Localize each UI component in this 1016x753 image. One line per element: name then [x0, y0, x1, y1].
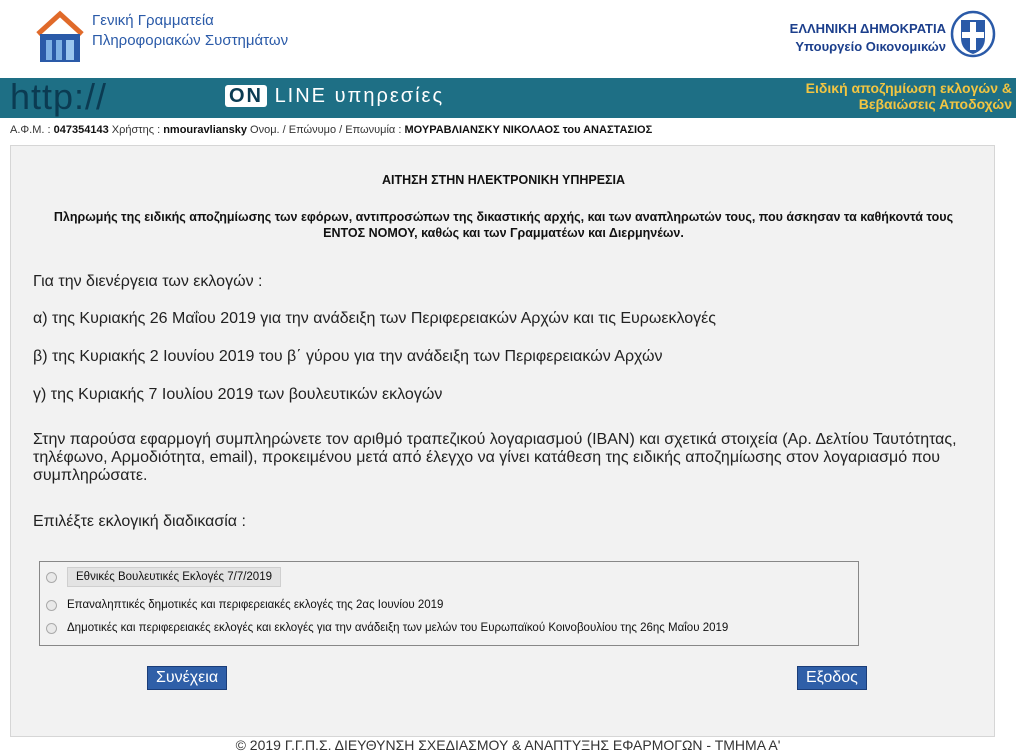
service-title-line2: Βεβαιώσεις Αποδοχών	[858, 96, 1012, 112]
option-repeat-elections[interactable]: Επαναληπτικές δημοτικές και περιφερειακέ…	[46, 599, 443, 611]
continue-button[interactable]: Συνέχεια	[147, 666, 228, 690]
site-header: Γενική Γραμματεία Πληροφοριακών Συστημάτ…	[0, 0, 1016, 75]
election-item-c: γ) της Κυριακής 7 Ιουλίου 2019 των βουλε…	[33, 386, 443, 403]
application-panel: ΑΙΤΗΣΗ ΣΤΗΝ ΗΛΕΚΤΡΟΝΙΚΗ ΥΠΗΡΕΣΙΑ Πληρωμή…	[10, 145, 995, 737]
option-label[interactable]: Δημοτικές και περιφερειακές εκλογές και …	[67, 622, 728, 634]
gsis-logo-icon	[36, 10, 84, 62]
page-subtitle: Πληρωμής της ειδικής αποζημίωσης των εφό…	[53, 210, 954, 240]
gsis-line2: Πληροφοριακών Συστημάτων	[92, 32, 289, 49]
ministry-title: ΕΛΛΗΝΙΚΗ ΔΗΜΟΚΡΑΤΙΑ Υπουργείο Οικονομικώ…	[790, 20, 946, 56]
online-services-banner: http:// ON LINE υπηρεσίες Ειδική αποζημί…	[0, 78, 1016, 118]
afm-value: 047354143	[53, 124, 109, 136]
radio-button[interactable]	[46, 622, 57, 634]
user-info-bar: Α.Φ.Μ. : 047354143 Χρήστης : nmouravlian…	[10, 124, 652, 136]
afm-label: Α.Φ.Μ. :	[10, 124, 51, 136]
greek-emblem-icon	[950, 10, 996, 58]
option-national-elections[interactable]: Εθνικές Βουλευτικές Εκλογές 7/7/2019	[46, 567, 281, 587]
name-label: Ονομ. / Επώνυμο / Επωνυμία :	[250, 124, 402, 136]
radio-button[interactable]	[46, 571, 57, 583]
banner-online-text: ON LINE υπηρεσίες	[225, 85, 444, 108]
page-title: ΑΙΤΗΣΗ ΣΤΗΝ ΗΛΕΚΤΡΟΝΙΚΗ ΥΠΗΡΕΣΙΑ	[381, 173, 626, 187]
elections-intro: Για την διενέργεια των εκλογών :	[33, 273, 263, 290]
option-label[interactable]: Εθνικές Βουλευτικές Εκλογές 7/7/2019	[67, 567, 281, 587]
user-label: Χρήστης :	[111, 124, 161, 136]
service-title-line1: Ειδική αποζημίωση εκλογών &	[805, 80, 1012, 96]
option-municipal-euro-elections[interactable]: Δημοτικές και περιφερειακές εκλογές και …	[46, 622, 728, 634]
gsis-title: Γενική Γραμματεία Πληροφοριακών Συστημάτ…	[92, 11, 288, 51]
user-value: nmouravliansky	[163, 124, 247, 136]
banner-on-badge: ON	[225, 85, 267, 107]
choose-process-label: Επιλέξτε εκλογική διαδικασία :	[33, 513, 246, 530]
election-options-group: Εθνικές Βουλευτικές Εκλογές 7/7/2019 Επα…	[39, 561, 859, 646]
exit-button[interactable]: Εξοδος	[797, 666, 867, 690]
election-item-b: β) της Κυριακής 2 Ιουνίου 2019 του β΄ γύ…	[33, 348, 663, 365]
name-value: ΜΟΥΡΑΒΛΙΑΝΣΚΥ ΝΙΚΟΛΑΟΣ του ΑΝΑΣΤΑΣΙΟΣ	[404, 124, 653, 136]
gsis-line1: Γενική Γραμματεία	[92, 12, 214, 29]
option-label[interactable]: Επαναληπτικές δημοτικές και περιφερειακέ…	[67, 599, 443, 611]
election-item-a: α) της Κυριακής 26 Μαΐου 2019 για την αν…	[33, 310, 716, 327]
page-footer: © 2019 Γ.Γ.Π.Σ. ΔΙΕΥΘΥΝΣΗ ΣΧΕΔΙΑΣΜΟΥ & Α…	[235, 737, 781, 753]
ministry-line1: ΕΛΛΗΝΙΚΗ ΔΗΜΟΚΡΑΤΙΑ	[789, 21, 946, 36]
banner-online-rest: LINE υπηρεσίες	[274, 85, 445, 107]
banner-http-text: http://	[10, 78, 108, 117]
radio-button[interactable]	[46, 599, 57, 611]
service-title: Ειδική αποζημίωση εκλογών & Βεβαιώσεις Α…	[806, 80, 1012, 112]
application-description: Στην παρούσα εφαρμογή συμπληρώνετε τον α…	[33, 431, 957, 484]
ministry-line2: Υπουργείο Οικονομικών	[795, 39, 946, 54]
